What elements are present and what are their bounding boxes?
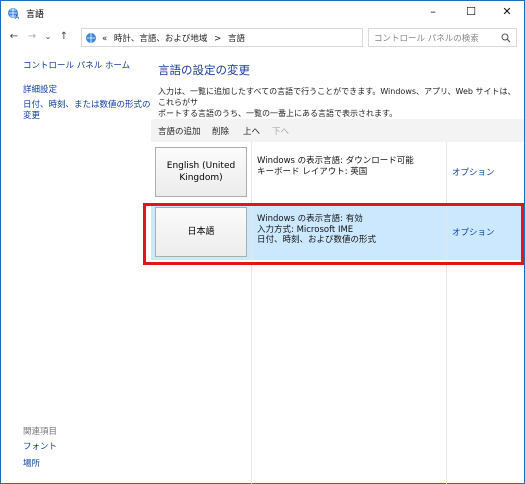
- add-language-button[interactable]: 言語の追加: [158, 125, 201, 137]
- language-info: Windows の表示言語: ダウンロード可能 キーボード レイアウト: 英国: [257, 156, 414, 177]
- up-arrow-icon[interactable]: ↑: [57, 29, 71, 45]
- language-row-english[interactable]: English (United Kingdom) Windows の表示言語: …: [151, 144, 524, 200]
- close-button[interactable]: ✕: [489, 1, 525, 23]
- language-info-line: キーボード レイアウト: 英国: [257, 166, 368, 177]
- sidebar-item-advanced-settings[interactable]: 詳細設定: [23, 85, 57, 96]
- sidebar-item-label: 日付、時刻、または数値の形式の: [23, 100, 151, 110]
- breadcrumb-clock-language-region[interactable]: 時計、言語、および地域: [114, 34, 208, 44]
- sidebar-item-label: 変更: [23, 111, 41, 121]
- breadcrumb-separator: >: [214, 34, 222, 44]
- language-name: English (United: [166, 161, 236, 171]
- related-heading: 関連項目: [23, 427, 58, 437]
- address-bar-row: ← → ⌄ ↑ « 時計、言語、および地域 > 言語 ⌄ ↻ コントロール パネ…: [1, 26, 524, 48]
- address-box[interactable]: « 時計、言語、および地域 > 言語 ⌄ ↻: [81, 28, 441, 47]
- highlight-annotation: [143, 203, 524, 265]
- column-divider: [251, 142, 252, 484]
- description-line: ポートする言語のうち、一覧の一番上にある言語で表示されます。: [158, 109, 398, 118]
- language-icon: [86, 33, 96, 43]
- sidebar-item-control-panel-home[interactable]: コントロール パネル ホーム: [23, 61, 130, 72]
- window-title: 言語: [26, 10, 45, 20]
- language-list: English (United Kingdom) Windows の表示言語: …: [151, 142, 524, 484]
- options-link-english[interactable]: オプション: [452, 166, 495, 178]
- sidebar-item-fonts[interactable]: フォント: [23, 442, 57, 453]
- breadcrumb-language[interactable]: 言語: [228, 34, 245, 44]
- maximize-button[interactable]: ☐: [453, 1, 489, 23]
- forward-arrow-icon[interactable]: →: [25, 29, 39, 45]
- description-line: 入力は、一覧に追加したすべての言語で行うことができます。Windows、アプリ、…: [158, 87, 516, 107]
- main-content: 言語の設定の変更 入力は、一覧に追加したすべての言語で行うことができます。Win…: [151, 48, 524, 484]
- page-description: 入力は、一覧に追加したすべての言語で行うことができます。Windows、アプリ、…: [158, 86, 518, 119]
- remove-button[interactable]: 削除: [212, 125, 229, 137]
- column-divider: [446, 142, 447, 484]
- breadcrumb: « 時計、言語、および地域 > 言語: [102, 32, 249, 44]
- minimize-button[interactable]: –: [415, 1, 451, 23]
- language-icon: A: [8, 8, 20, 20]
- svg-text:A: A: [15, 14, 20, 20]
- move-down-button[interactable]: 下へ: [272, 125, 289, 137]
- title-bar: A 言語 – ☐ ✕: [1, 1, 524, 26]
- language-info-line: Windows の表示言語: ダウンロード可能: [257, 156, 414, 166]
- search-placeholder: コントロール パネルの検索: [374, 34, 479, 44]
- breadcrumb-overflow[interactable]: «: [102, 34, 107, 44]
- page-title: 言語の設定の変更: [158, 63, 250, 77]
- search-input[interactable]: コントロール パネルの検索: [368, 28, 517, 47]
- sidebar-item-datetime-format[interactable]: 日付、時刻、または数値の形式の 変更: [23, 100, 151, 122]
- language-toolbar: 言語の追加 削除 上へ 下へ: [151, 119, 524, 142]
- language-name: Kingdom): [179, 173, 223, 183]
- language-button-english[interactable]: English (United Kingdom): [155, 147, 247, 197]
- control-panel-window: A 言語 – ☐ ✕ ← → ⌄ ↑ « 時計、言語、および地域 > 言語 ⌄ …: [0, 0, 525, 484]
- search-icon: [501, 33, 511, 43]
- sidebar: コントロール パネル ホーム 詳細設定 日付、時刻、または数値の形式の 変更 関…: [1, 48, 151, 484]
- move-up-button[interactable]: 上へ: [243, 125, 260, 137]
- back-arrow-icon[interactable]: ←: [7, 29, 21, 45]
- sidebar-item-location[interactable]: 場所: [23, 459, 40, 470]
- recent-locations-icon[interactable]: ⌄: [41, 29, 55, 45]
